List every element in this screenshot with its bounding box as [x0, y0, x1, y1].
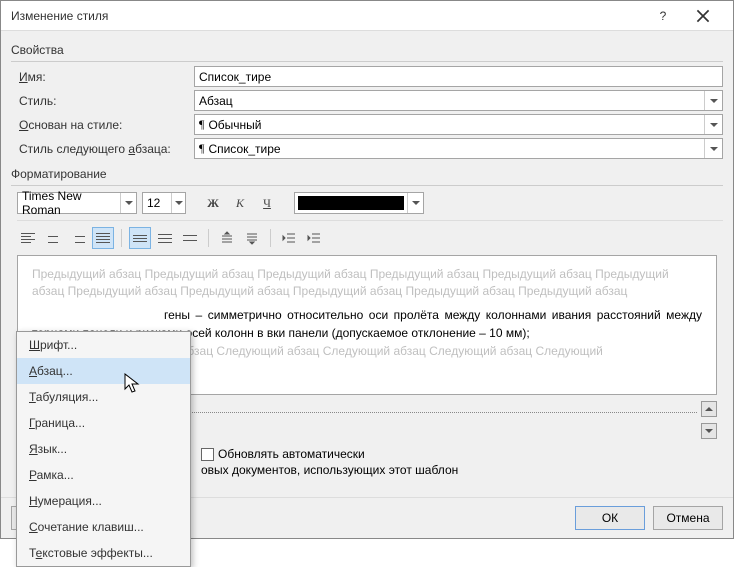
underline-button[interactable]: Ч [256, 192, 278, 214]
font-format-row: Times New Roman 12 Ж К Ч [17, 192, 723, 214]
font-size-combo[interactable]: 12 [142, 192, 186, 214]
font-color-combo[interactable] [294, 192, 424, 214]
italic-button[interactable]: К [229, 192, 251, 214]
line-spacing-1-5-button[interactable] [154, 227, 176, 249]
next-style-row: Стиль следующего абзаца: ¶Список_тире [19, 138, 723, 159]
separator [270, 229, 271, 247]
indent-dec-icon [282, 231, 296, 245]
close-icon [696, 9, 710, 23]
preview-previous-text: Предыдущий абзац Предыдущий абзац Предыд… [32, 266, 702, 300]
menu-item-language[interactable]: Язык... [17, 436, 190, 462]
chevron-down-icon [704, 139, 722, 158]
chevron-down-icon [704, 115, 722, 134]
align-justify-button[interactable] [92, 227, 114, 249]
menu-item-shortcut[interactable]: Сочетание клавиш... [17, 514, 190, 540]
paragraph-toolbar [17, 220, 723, 249]
name-input[interactable] [194, 66, 723, 87]
scroll-up-button[interactable] [701, 401, 717, 417]
next-style-label: Стиль следующего абзаца: [19, 142, 194, 156]
color-swatch [298, 196, 404, 210]
properties-group-label: Свойства [11, 43, 723, 57]
auto-update-label: Обновлять автоматически [218, 447, 365, 461]
name-row: Имя: [19, 66, 723, 87]
cancel-button[interactable]: Отмена [653, 506, 723, 530]
based-on-label: Основан на стиле: [19, 118, 194, 132]
align-right-button[interactable] [67, 227, 89, 249]
separator [121, 229, 122, 247]
divider [11, 61, 723, 62]
help-button[interactable]: ? [643, 2, 683, 30]
formatting-group-label: Форматирование [11, 167, 723, 181]
name-label: Имя: [19, 70, 194, 84]
separator [208, 229, 209, 247]
menu-item-font[interactable]: Шрифт... [17, 332, 190, 358]
align-center-button[interactable] [42, 227, 64, 249]
style-value: Абзац [195, 94, 704, 108]
chevron-down-icon [704, 91, 722, 110]
align-left-button[interactable] [17, 227, 39, 249]
bold-button[interactable]: Ж [202, 192, 224, 214]
dialog-title: Изменение стиля [11, 9, 643, 23]
font-family-combo[interactable]: Times New Roman [17, 192, 137, 214]
line-spacing-1-button[interactable] [129, 227, 151, 249]
spacing-icon [220, 231, 234, 245]
next-style-combo[interactable]: ¶Список_тире [194, 138, 723, 159]
based-on-value: ¶Обычный [195, 117, 704, 132]
spacing-icon [245, 231, 259, 245]
space-before-inc-button[interactable] [216, 227, 238, 249]
line-spacing-2-button[interactable] [179, 227, 201, 249]
indent-decrease-button[interactable] [278, 227, 300, 249]
next-style-value: ¶Список_тире [195, 141, 704, 156]
divider [11, 185, 723, 186]
indent-increase-button[interactable] [303, 227, 325, 249]
menu-item-frame[interactable]: Рамка... [17, 462, 190, 488]
chevron-down-icon [120, 193, 136, 213]
chevron-down-icon [407, 193, 423, 213]
titlebar: Изменение стиля ? [1, 1, 733, 31]
style-row: Стиль: Абзац [19, 90, 723, 111]
close-button[interactable] [683, 2, 723, 30]
style-label: Стиль: [19, 94, 194, 108]
dialog-content: Свойства Имя: Стиль: Абзац Основан на ст… [1, 31, 733, 497]
format-dropdown-menu: Шрифт... Абзац... Табуляция... Граница..… [16, 331, 191, 567]
chevron-down-icon [171, 193, 185, 213]
menu-item-numbering[interactable]: Нумерация... [17, 488, 190, 514]
ok-button[interactable]: ОК [575, 506, 645, 530]
menu-item-text-effects[interactable]: Текстовые эффекты... [17, 540, 190, 566]
menu-item-tabs[interactable]: Табуляция... [17, 384, 190, 410]
modify-style-dialog: Изменение стиля ? Свойства Имя: Стиль: А… [0, 0, 734, 539]
style-combo[interactable]: Абзац [194, 90, 723, 111]
indent-inc-icon [307, 231, 321, 245]
auto-update-checkbox[interactable] [201, 448, 214, 461]
menu-item-border[interactable]: Граница... [17, 410, 190, 436]
based-on-combo[interactable]: ¶Обычный [194, 114, 723, 135]
new-docs-label: овых документов, использующих этот шабло… [201, 463, 458, 477]
menu-item-paragraph[interactable]: Абзац... [17, 358, 190, 384]
based-on-row: Основан на стиле: ¶Обычный [19, 114, 723, 135]
scroll-down-button[interactable] [701, 423, 717, 439]
space-before-dec-button[interactable] [241, 227, 263, 249]
